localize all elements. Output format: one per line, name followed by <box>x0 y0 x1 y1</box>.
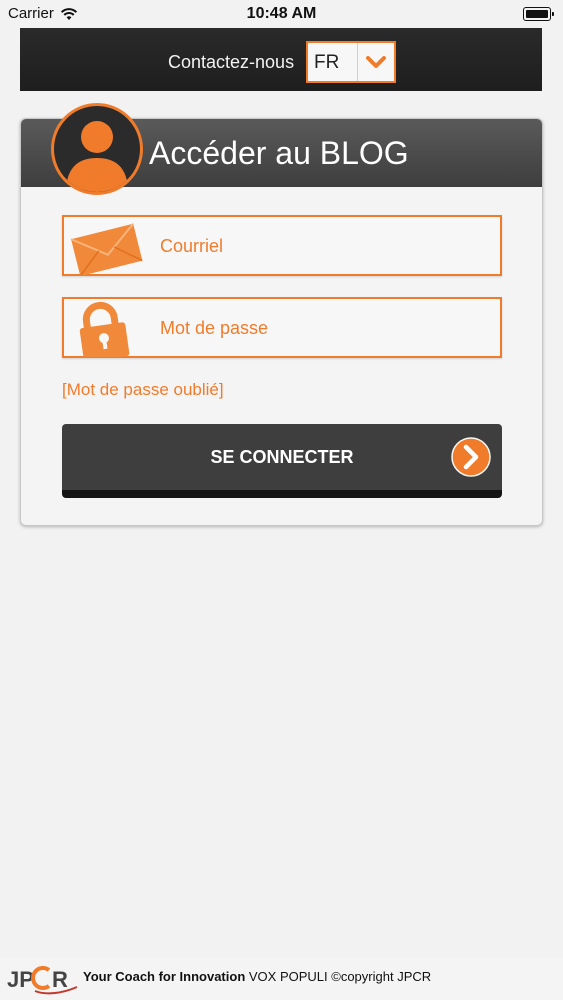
jpcr-logo: JP R <box>7 966 78 995</box>
arrow-right-icon <box>451 437 491 477</box>
chevron-down-icon[interactable] <box>358 43 394 81</box>
top-bar: Contactez-nous FR <box>20 28 542 91</box>
footer-copyright: VOX POPULI ©copyright JPCR <box>248 969 432 984</box>
login-card: Accéder au BLOG Courriel Mot de passe [M… <box>20 103 543 526</box>
user-avatar-icon <box>51 103 143 195</box>
language-value: FR <box>308 43 358 81</box>
password-placeholder: Mot de passe <box>160 318 269 338</box>
login-button[interactable]: SE CONNECTER <box>62 424 502 498</box>
login-button-label: SE CONNECTER <box>210 447 354 467</box>
email-placeholder: Courriel <box>160 236 224 256</box>
status-bar: Carrier 10:48 AM <box>0 0 563 28</box>
contact-link[interactable]: Contactez-nous <box>168 52 294 73</box>
status-time: 10:48 AM <box>246 5 317 22</box>
svg-text:R: R <box>52 967 68 992</box>
battery-icon <box>523 7 554 21</box>
forgot-password-link[interactable]: [Mot de passe oublié] <box>62 380 224 400</box>
footer-tagline: Your Coach for Innovation <box>83 969 246 984</box>
padlock-icon <box>79 301 130 357</box>
footer: JP R Your Coach for Innovation VOX POPUL… <box>0 958 563 1000</box>
svg-text:JP: JP <box>7 967 34 992</box>
language-select[interactable]: FR <box>306 41 396 83</box>
password-field[interactable]: Mot de passe <box>62 297 502 358</box>
envelope-icon <box>70 223 143 275</box>
card-title: Accéder au BLOG <box>149 135 409 171</box>
email-field[interactable]: Courriel <box>62 215 502 276</box>
footer-text: Your Coach for Innovation VOX POPULI ©co… <box>83 969 431 984</box>
